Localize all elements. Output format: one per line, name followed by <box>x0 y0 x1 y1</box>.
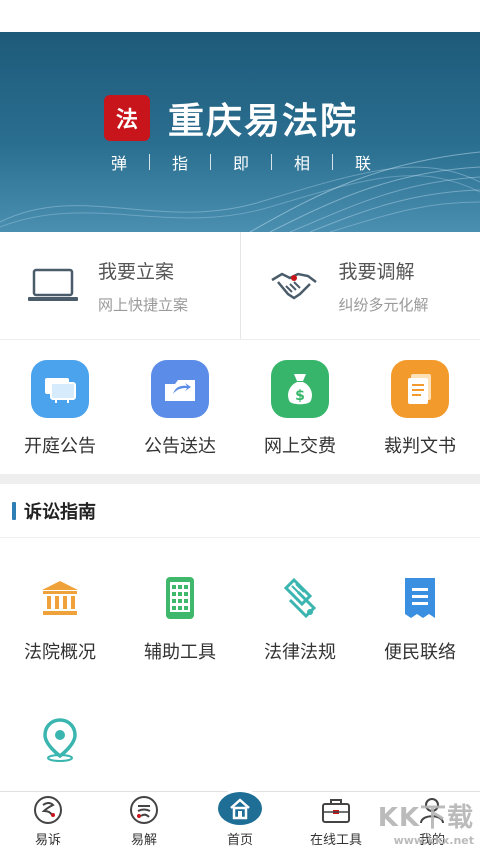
tab-yijie[interactable]: 易解 <box>96 792 192 853</box>
watermark: KK下载 www.kkx.net <box>378 797 474 847</box>
public-contact-button[interactable]: 便民联络 <box>360 574 480 664</box>
hero-banner: 法 重庆易法院 弹 指 即 相 联 <box>0 32 480 232</box>
court-overview-button[interactable]: 法院概况 <box>0 574 120 664</box>
yijie-icon <box>127 793 161 827</box>
announcement-delivery-button[interactable]: 公告送达 <box>120 340 240 474</box>
tab-yisu-label: 易诉 <box>34 833 61 848</box>
litigation-guide-title: 诉讼指南 <box>24 501 96 523</box>
slogan-char: 即 <box>232 154 249 173</box>
location-pin-icon <box>36 716 84 764</box>
folder-share-icon <box>151 360 209 418</box>
slogan-divider <box>332 154 333 170</box>
slogan: 弹 指 即 相 联 <box>100 150 382 174</box>
tab-yijie-label: 易解 <box>130 833 157 848</box>
courtroom-icon <box>31 360 89 418</box>
receipt-icon <box>396 574 444 622</box>
yisu-icon <box>31 793 65 827</box>
hearing-notice-label: 开庭公告 <box>24 436 96 457</box>
section-accent-bar <box>12 501 16 520</box>
online-payment-label: 网上交费 <box>264 436 336 457</box>
tab-yisu[interactable]: 易诉 <box>0 792 96 853</box>
litigation-guide-header: 诉讼指南 <box>0 484 480 538</box>
calculator-phone-icon <box>156 574 204 622</box>
mediation-subtitle: 纠纷多元化解 <box>338 295 429 314</box>
quick-actions: 我要立案 网上快捷立案 我要调解 纠纷多元化解 <box>0 232 480 340</box>
briefcase-icon <box>319 793 353 827</box>
announcement-delivery-label: 公告送达 <box>144 436 216 457</box>
service-grid: 开庭公告 公告送达 $ 网上交费 裁判文书 <box>0 340 480 474</box>
slogan-char: 联 <box>354 154 371 173</box>
slogan-divider <box>149 154 150 170</box>
app-title: 重庆易法院 <box>168 101 359 142</box>
tab-home-label: 首页 <box>226 833 253 848</box>
scroll-icon <box>276 574 324 622</box>
auxiliary-tools-label: 辅助工具 <box>144 642 216 663</box>
courthouse-icon <box>36 574 84 622</box>
hearing-notice-button[interactable]: 开庭公告 <box>0 340 120 474</box>
slogan-char: 弹 <box>110 154 127 173</box>
online-payment-button[interactable]: $ 网上交费 <box>240 340 360 474</box>
laws-regulations-button[interactable]: 法律法规 <box>240 574 360 664</box>
tab-home[interactable]: 首页 <box>192 792 288 853</box>
section-divider <box>0 474 480 484</box>
mediation-title: 我要调解 <box>338 260 415 283</box>
laws-regulations-label: 法律法规 <box>264 642 336 663</box>
home-icon <box>218 792 262 825</box>
slogan-divider <box>271 154 272 170</box>
file-case-title: 我要立案 <box>98 260 175 283</box>
status-bar <box>0 0 480 32</box>
auxiliary-tools-button[interactable]: 辅助工具 <box>120 574 240 664</box>
bottom-tab-bar: 易诉 易解 首页 在线工具 我的 KK下载 www.kkx.net <box>0 791 480 853</box>
location-button[interactable] <box>0 716 120 764</box>
laptop-icon <box>26 266 80 306</box>
judgment-documents-label: 裁判文书 <box>384 436 456 457</box>
public-contact-label: 便民联络 <box>384 642 456 663</box>
file-case-subtitle: 网上快捷立案 <box>98 295 189 314</box>
tab-online-tools-label: 在线工具 <box>309 833 362 848</box>
logo-char: 法 <box>115 108 138 133</box>
money-bag-icon: $ <box>271 360 329 418</box>
slogan-char: 指 <box>171 154 188 173</box>
document-icon <box>391 360 449 418</box>
litigation-guide-grid: 法院概况 辅助工具 法律法规 便民联络 <box>0 538 480 792</box>
court-overview-label: 法院概况 <box>24 642 96 663</box>
court-logo: 法 <box>104 95 150 141</box>
slogan-char: 相 <box>293 154 310 173</box>
mediation-button[interactable]: 我要调解 纠纷多元化解 <box>239 232 480 339</box>
tab-online-tools[interactable]: 在线工具 <box>288 792 384 853</box>
svg-text:$: $ <box>295 388 305 404</box>
judgment-documents-button[interactable]: 裁判文书 <box>360 340 480 474</box>
slogan-divider <box>210 154 211 170</box>
watermark-text: KK下载 <box>377 803 474 833</box>
brand-row: 法 重庆易法院 <box>104 92 358 144</box>
handshake-icon <box>267 266 321 306</box>
file-case-button[interactable]: 我要立案 网上快捷立案 <box>0 232 240 339</box>
app-page: 法 重庆易法院 弹 指 即 相 联 我要立案 网上快捷立案 我要调解 纠纷多元化… <box>0 0 480 853</box>
watermark-url: www.kkx.net <box>393 834 474 847</box>
